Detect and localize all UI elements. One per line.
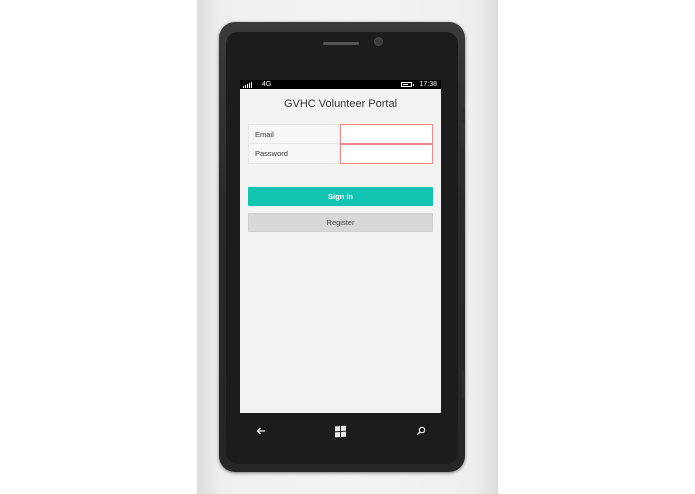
status-time: 17:38 bbox=[419, 81, 437, 88]
login-form: Email Password bbox=[248, 124, 433, 164]
windows-start-icon[interactable] bbox=[332, 423, 348, 439]
power-button bbox=[462, 210, 465, 232]
front-camera bbox=[374, 37, 383, 46]
password-row: Password bbox=[248, 144, 433, 164]
page-title: GVHC Volunteer Portal bbox=[283, 98, 398, 110]
phone-screen: 4G 17:38 GVHC Volunteer Portal Email Pas… bbox=[240, 80, 441, 413]
signal-strength-icon bbox=[243, 82, 252, 88]
search-icon[interactable] bbox=[413, 423, 429, 439]
email-field[interactable] bbox=[340, 124, 433, 144]
earpiece bbox=[323, 42, 359, 45]
email-label: Email bbox=[248, 124, 340, 144]
status-bar: 4G 17:38 bbox=[240, 80, 441, 89]
volume-up-button bbox=[462, 108, 465, 122]
password-label: Password bbox=[248, 144, 340, 164]
windows-nav-bar bbox=[240, 413, 441, 449]
back-arrow-icon[interactable] bbox=[253, 423, 269, 439]
password-field[interactable] bbox=[340, 144, 433, 164]
camera-button bbox=[462, 370, 465, 398]
volume-down-button bbox=[462, 148, 465, 188]
battery-icon bbox=[401, 82, 414, 87]
sign-in-button[interactable]: Sign in bbox=[248, 187, 433, 206]
register-button[interactable]: Register bbox=[248, 213, 433, 232]
email-row: Email bbox=[248, 124, 433, 144]
network-type: 4G bbox=[262, 81, 272, 88]
